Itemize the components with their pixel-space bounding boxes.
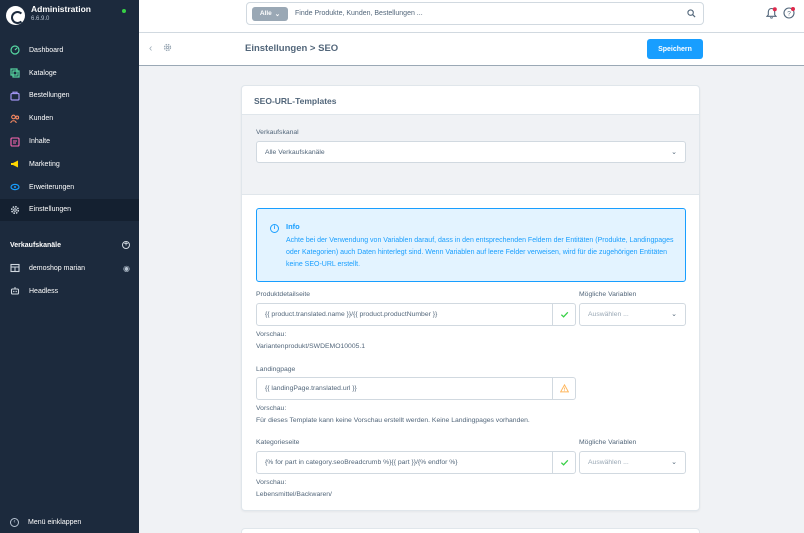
next-card	[241, 528, 700, 533]
warning-icon	[552, 378, 575, 399]
info-icon: i	[270, 224, 279, 233]
check-icon	[552, 304, 575, 325]
brand[interactable]: Administration 6.6.9.0	[6, 4, 91, 25]
nav-item-customers[interactable]: Kunden	[0, 107, 139, 130]
nav-item-orders[interactable]: Bestellungen	[0, 85, 139, 108]
customers-icon	[10, 114, 20, 124]
brand-title: Administration	[31, 4, 91, 14]
chevron-down-icon: ⌄	[274, 10, 281, 18]
info-alert: i Info Achte bei der Verwendung von Vari…	[256, 208, 686, 282]
collapse-menu-button[interactable]: ‹ Menü einklappen	[10, 518, 81, 527]
main-nav: Dashboard Kataloge Bestellungen Kunden I…	[0, 39, 139, 222]
catalogue-icon	[10, 68, 20, 78]
variables-label: Mögliche Variablen	[579, 439, 637, 446]
sales-channel-label: demoshop marian	[29, 264, 86, 272]
shopware-logo	[6, 6, 25, 25]
help-icon[interactable]: ?	[783, 7, 795, 19]
nav-label-content: Inhalte	[29, 138, 51, 146]
search-input[interactable]: Finde Produkte, Kunden, Bestellungen ...	[295, 10, 423, 17]
product-variables-select[interactable]: Auswählen ... ⌄	[579, 303, 686, 326]
preview-label: Vorschau:	[256, 331, 287, 338]
settings-icon	[10, 205, 20, 215]
nav-item-content[interactable]: Inhalte	[0, 130, 139, 153]
dashboard-icon	[10, 45, 20, 55]
back-icon[interactable]: ‹	[149, 43, 152, 54]
eye-icon[interactable]: ◉	[123, 264, 130, 273]
category-template-value[interactable]: {% for part in category.seoBreadcrumb %}…	[257, 459, 552, 466]
preview-label: Vorschau:	[256, 479, 287, 486]
nav-item-extensions[interactable]: Erweiterungen	[0, 176, 139, 199]
sales-channels-heading: Verkaufskanäle +	[10, 241, 130, 249]
nav-label-marketing: Marketing	[29, 160, 60, 168]
chevron-down-icon: ⌄	[671, 459, 677, 466]
sales-channel-item[interactable]: demoshop marian ◉	[10, 263, 130, 273]
page-title: Einstellungen > SEO	[245, 43, 339, 54]
sidebar: Administration 6.6.9.0 Dashboard Katalog…	[0, 0, 139, 533]
landing-template-label: Landingpage	[256, 366, 296, 373]
orders-icon	[10, 91, 20, 101]
global-search[interactable]: Alle ⌄ Finde Produkte, Kunden, Bestellung…	[246, 2, 704, 25]
nav-label-orders: Bestellungen	[29, 92, 70, 100]
check-icon	[552, 452, 575, 473]
search-type-dropdown[interactable]: Alle ⌄	[252, 6, 288, 21]
headless-icon	[10, 286, 20, 296]
search-icon[interactable]	[687, 9, 696, 18]
content-icon	[10, 137, 20, 147]
category-template-field[interactable]: {% for part in category.seoBreadcrumb %}…	[256, 451, 576, 474]
category-preview-value: Lebensmittel/Backwaren/	[256, 491, 332, 498]
landing-template-field[interactable]: {{ landingPage.translated.url }}	[256, 377, 576, 400]
brand-version: 6.6.9.0	[31, 16, 50, 22]
sales-channel-item[interactable]: Headless	[10, 286, 130, 296]
category-template-label: Kategorieseite	[256, 439, 300, 446]
sales-channel-label: Headless	[29, 287, 59, 295]
landing-preview-value: Für dieses Template kann keine Vorschau …	[256, 417, 530, 424]
status-indicator	[122, 9, 126, 13]
chevron-left-icon: ‹	[10, 518, 19, 527]
topbar: Alle ⌄ Finde Produkte, Kunden, Bestellung…	[139, 0, 804, 33]
nav-label-customers: Kunden	[29, 115, 54, 123]
add-sales-channel-icon[interactable]: +	[122, 241, 130, 249]
landing-template-value[interactable]: {{ landingPage.translated.url }}	[257, 385, 552, 392]
product-template-value[interactable]: {{ product.translated.name }}/{{ product…	[257, 311, 552, 318]
nav-label-dashboard: Dashboard	[29, 46, 64, 54]
product-template-label: Produktdetailseite	[256, 291, 311, 298]
nav-item-catalogues[interactable]: Kataloge	[0, 62, 139, 85]
preview-label: Vorschau:	[256, 405, 287, 412]
chevron-down-icon: ⌄	[671, 311, 677, 318]
save-button[interactable]: Speichern	[647, 39, 703, 59]
extensions-icon	[10, 182, 20, 192]
sales-channel-label: Verkaufskanal	[256, 129, 299, 136]
nav-label-settings: Einstellungen	[29, 206, 72, 214]
variables-label: Mögliche Variablen	[579, 291, 637, 298]
smart-bar: ‹ Einstellungen > SEO Speichern	[139, 33, 804, 66]
marketing-icon	[10, 159, 20, 169]
seo-url-templates-card: SEO-URL-Templates Verkaufskanal Alle Ver…	[241, 85, 700, 511]
sales-channel-section: Verkaufskanal Alle Verkaufskanäle ⌄	[242, 115, 699, 195]
storefront-icon	[10, 263, 20, 273]
info-title: Info	[286, 222, 300, 231]
svg-text:?: ?	[787, 10, 791, 17]
nav-item-dashboard[interactable]: Dashboard	[0, 39, 139, 62]
nav-item-settings[interactable]: Einstellungen	[0, 198, 139, 222]
category-variables-select[interactable]: Auswählen ... ⌄	[579, 451, 686, 474]
bell-icon[interactable]	[766, 7, 777, 19]
nav-label-catalogues: Kataloge	[29, 69, 57, 77]
card-title: SEO-URL-Templates	[254, 96, 337, 106]
collapse-menu-label: Menü einklappen	[28, 519, 82, 526]
nav-label-extensions: Erweiterungen	[29, 183, 75, 191]
chevron-down-icon: ⌄	[671, 149, 677, 156]
info-text: Achte bei der Verwendung von Variablen d…	[286, 237, 674, 268]
nav-item-marketing[interactable]: Marketing	[0, 153, 139, 176]
product-preview-value: Variantenprodukt/SWDEMO10005.1	[256, 343, 366, 350]
sales-channel-select[interactable]: Alle Verkaufskanäle ⌄	[256, 141, 686, 163]
gear-icon	[163, 43, 172, 52]
product-template-field[interactable]: {{ product.translated.name }}/{{ product…	[256, 303, 576, 326]
